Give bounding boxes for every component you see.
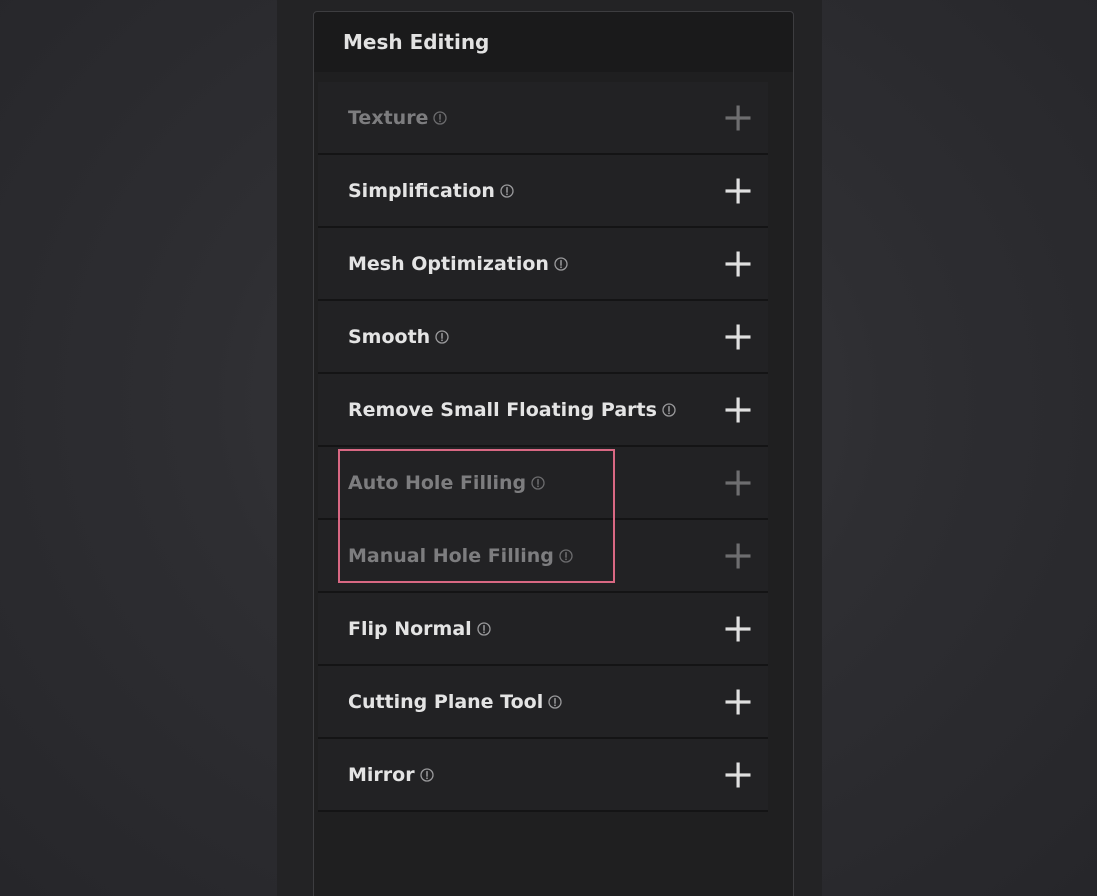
tool-item-title: Auto Hole Filling — [318, 472, 545, 494]
tool-item-label: Mirror — [348, 763, 415, 786]
info-icon[interactable] — [554, 256, 568, 271]
plus-icon[interactable] — [723, 687, 753, 717]
tool-item-simplification[interactable]: Simplification — [318, 155, 768, 228]
plus-icon[interactable] — [723, 614, 753, 644]
tool-item-title: Mesh Optimization — [318, 253, 568, 275]
tool-item-mirror[interactable]: Mirror — [318, 739, 768, 812]
info-icon[interactable] — [662, 402, 676, 417]
tool-item-title: Manual Hole Filling — [318, 545, 573, 567]
tool-item-flip-normal[interactable]: Flip Normal — [318, 593, 768, 666]
info-icon[interactable] — [500, 183, 514, 198]
panel-title: Mesh Editing — [343, 30, 490, 54]
tool-item-title: Smooth — [318, 326, 449, 348]
tool-item-manual-hole-filling: Manual Hole Filling — [318, 520, 768, 593]
info-icon[interactable] — [433, 110, 448, 125]
tool-item-smooth[interactable]: Smooth — [318, 301, 768, 374]
tool-item-label: Texture — [348, 106, 429, 129]
info-icon[interactable] — [548, 694, 562, 709]
tool-item-title: Texture — [318, 106, 448, 129]
info-icon[interactable] — [531, 475, 545, 490]
tool-item-remove-small-floating-parts[interactable]: Remove Small Floating Parts — [318, 374, 768, 447]
tool-item-label: Remove Small Floating Parts — [348, 398, 657, 421]
info-icon[interactable] — [435, 329, 449, 344]
plus-icon[interactable] — [723, 103, 753, 133]
plus-icon[interactable] — [723, 322, 753, 352]
tool-item-label: Smooth — [348, 325, 431, 348]
info-icon[interactable] — [477, 621, 491, 636]
tool-item-title: Cutting Plane Tool — [318, 691, 562, 713]
tool-item-label: Cutting Plane Tool — [348, 690, 544, 713]
info-icon[interactable] — [559, 548, 573, 563]
tool-item-label: Auto Hole Filling — [348, 471, 527, 494]
plus-icon[interactable] — [723, 176, 753, 206]
plus-icon[interactable] — [723, 541, 753, 571]
tool-item-label: Simplification — [348, 179, 495, 202]
tool-item-title: Remove Small Floating Parts — [318, 399, 676, 421]
tool-item-label: Flip Normal — [348, 617, 472, 640]
tool-item-title: Simplification — [318, 180, 514, 202]
plus-icon[interactable] — [723, 249, 753, 279]
tool-list: Texture Simplification Mesh Optimization Sm… — [318, 82, 768, 812]
panel-header: Mesh Editing — [314, 12, 793, 72]
tool-item-texture: Texture — [318, 82, 768, 155]
tool-item-label: Mesh Optimization — [348, 252, 549, 275]
tool-item-cutting-plane-tool[interactable]: Cutting Plane Tool — [318, 666, 768, 739]
tool-item-mesh-optimization[interactable]: Mesh Optimization — [318, 228, 768, 301]
tool-item-auto-hole-filling: Auto Hole Filling — [318, 447, 768, 520]
plus-icon[interactable] — [723, 760, 753, 790]
mesh-editing-panel: Mesh Editing Texture Simplification Mesh O… — [313, 11, 794, 896]
tool-item-title: Flip Normal — [318, 618, 491, 640]
tool-item-label: Manual Hole Filling — [348, 544, 554, 567]
tool-item-title: Mirror — [318, 764, 434, 786]
plus-icon[interactable] — [723, 395, 753, 425]
info-icon[interactable] — [419, 767, 434, 782]
plus-icon[interactable] — [723, 468, 753, 498]
